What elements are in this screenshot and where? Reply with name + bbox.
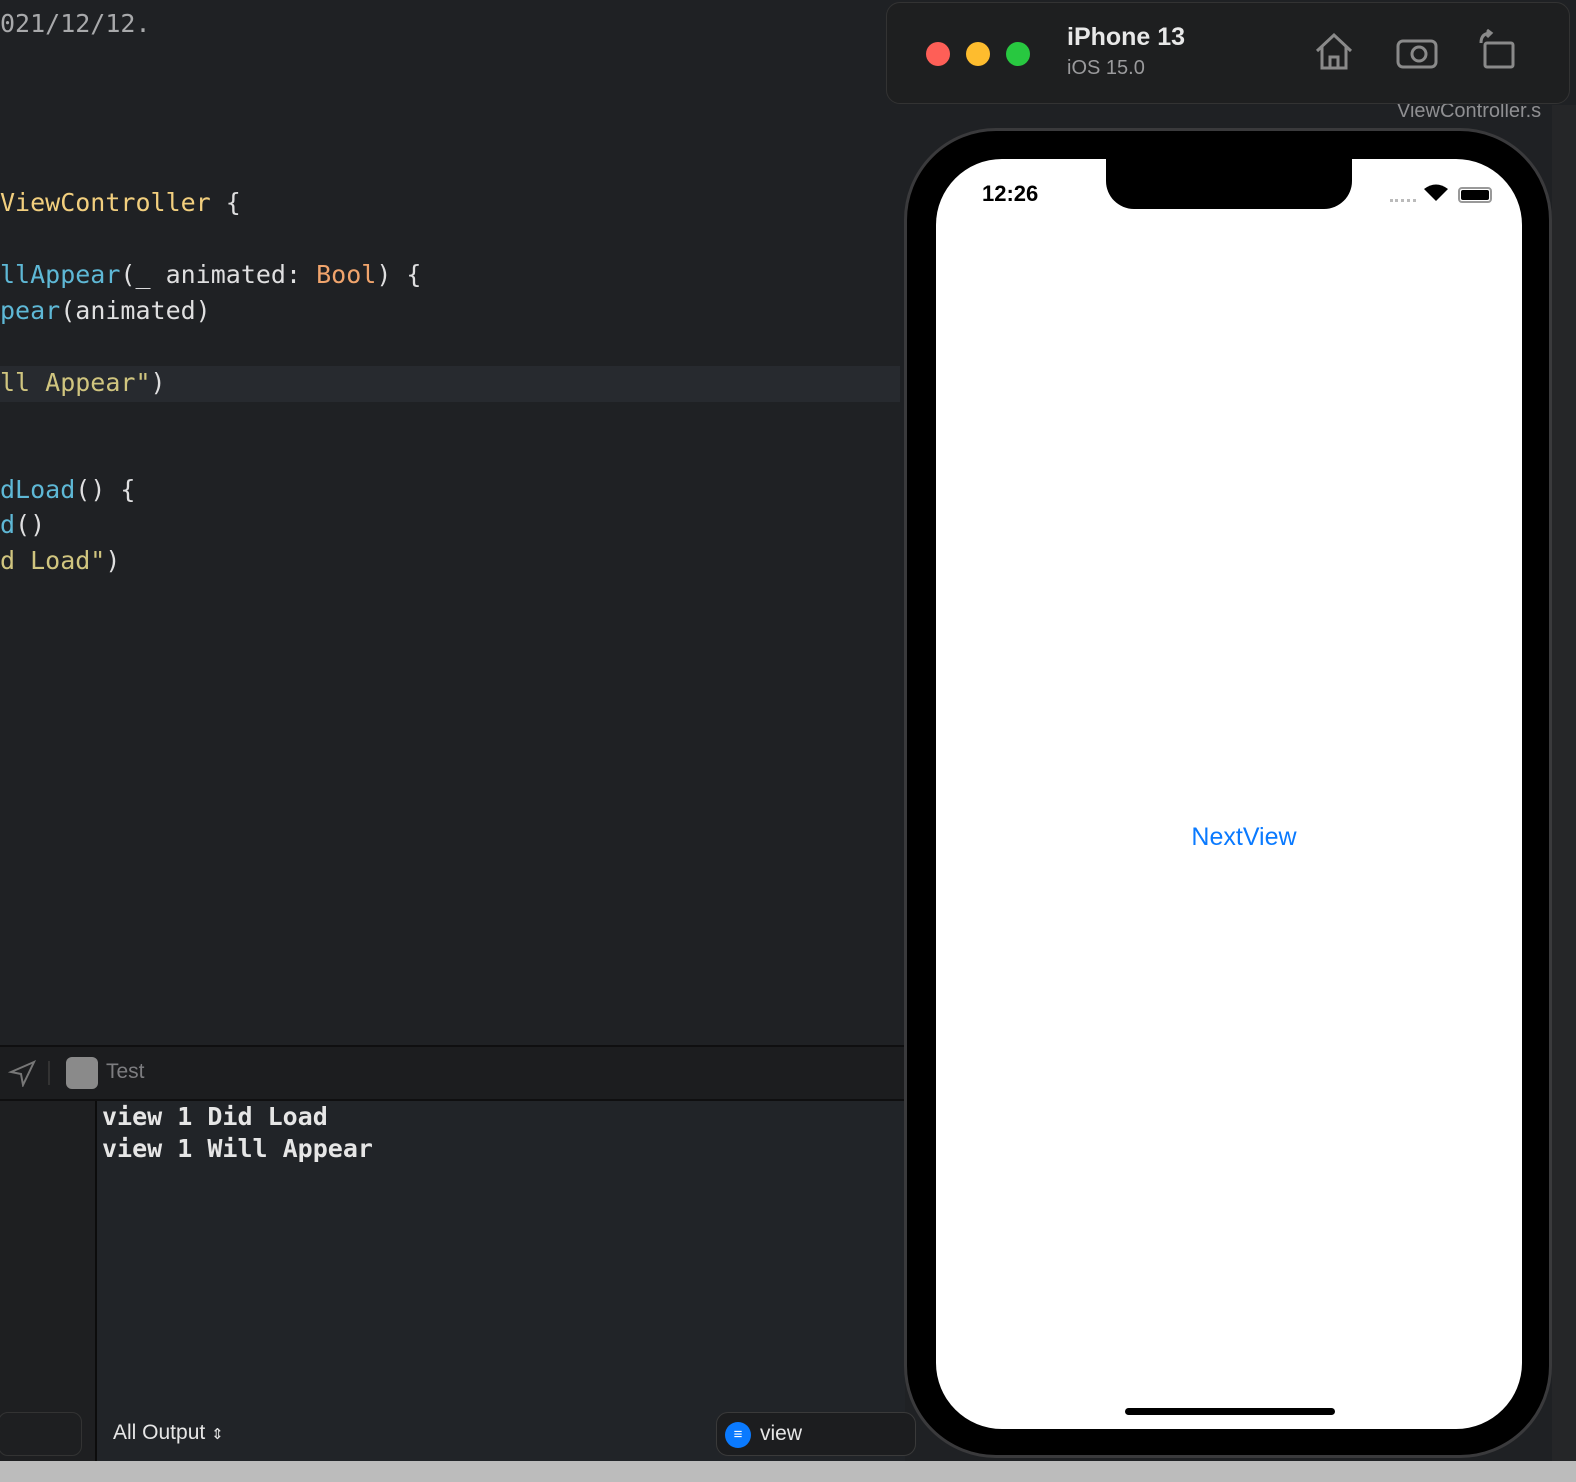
code-text: (animated) [60, 296, 211, 325]
code-text: ) [105, 546, 121, 575]
code-type: Bool [316, 260, 377, 289]
code-line: ll Appear") [0, 365, 166, 401]
code-fn: llAppear [0, 260, 121, 289]
os-version: iOS 15.0 [1067, 57, 1145, 79]
variables-pane [0, 1101, 95, 1461]
console-line: view 1 Will Appear [102, 1134, 373, 1163]
variables-filter[interactable] [0, 1412, 82, 1456]
code-string: d Load" [0, 546, 106, 575]
code-line: 021/12/12. [0, 6, 151, 42]
zoom-button[interactable] [1006, 42, 1030, 66]
output-filter-select[interactable]: All Output ⇕ [113, 1421, 224, 1445]
close-button[interactable] [926, 42, 950, 66]
code-type: ViewController [0, 188, 211, 217]
console-search-value: view [760, 1422, 803, 1445]
code-line: d Load") [0, 543, 120, 579]
rotate-icon[interactable] [1477, 29, 1517, 71]
divider [48, 1061, 50, 1085]
home-icon[interactable] [1313, 31, 1355, 71]
iphone-frame: 12:26 NextView [904, 128, 1552, 1458]
wifi-icon [1424, 184, 1448, 201]
code-text: { [210, 188, 241, 217]
code-line: dLoad() { [0, 472, 135, 508]
app-icon [66, 1057, 98, 1089]
code-line: pear(animated) [0, 293, 211, 329]
signal-icon [1390, 199, 1416, 202]
code-text: ) { [376, 260, 422, 289]
code-line: llAppear(_ animated: Bool) { [0, 257, 421, 293]
code-string: ll Appear" [0, 368, 151, 397]
code-fn: dLoad [0, 475, 76, 504]
console-line: view 1 Did Load [102, 1102, 328, 1131]
scheme-label[interactable]: Test [106, 1060, 145, 1084]
output-filter-label: All Output [113, 1421, 206, 1444]
notch [1106, 159, 1352, 209]
code-comment: 021/12/12. [0, 9, 151, 38]
updown-chevron-icon: ⇕ [211, 1426, 224, 1443]
simulator-toolbar: iPhone 13 iOS 15.0 [886, 2, 1570, 104]
minimize-button[interactable] [966, 42, 990, 66]
debug-bar: Test [0, 1045, 905, 1101]
code-line: d() [0, 507, 45, 543]
inspector-pane-behind [1552, 105, 1576, 1461]
status-time: 12:26 [982, 181, 1039, 206]
location-icon[interactable] [8, 1059, 36, 1087]
code-fn: d [0, 510, 16, 539]
console-pane[interactable]: view 1 Did Load view 1 Will Appear All O… [95, 1101, 916, 1461]
home-indicator[interactable] [1125, 1408, 1335, 1415]
code-fn: pear [0, 296, 61, 325]
screenshot-icon[interactable] [1395, 33, 1439, 69]
device-name: iPhone 13 [1067, 23, 1186, 51]
code-line: ViewController { [0, 185, 241, 221]
code-text: () [15, 510, 46, 539]
console-search-field[interactable]: ≡ view [716, 1412, 916, 1456]
filter-icon: ≡ [725, 1422, 751, 1448]
code-text: (_ animated: [120, 260, 317, 289]
code-editor[interactable]: 021/12/12. ViewController { llAppear(_ a… [0, 0, 905, 1045]
code-text: ) [150, 368, 166, 397]
next-view-button[interactable]: NextView [936, 823, 1522, 852]
background-window-strip [0, 1461, 1576, 1482]
battery-icon [1458, 187, 1492, 203]
iphone-screen[interactable]: 12:26 NextView [936, 159, 1522, 1429]
code-text: () { [75, 475, 136, 504]
